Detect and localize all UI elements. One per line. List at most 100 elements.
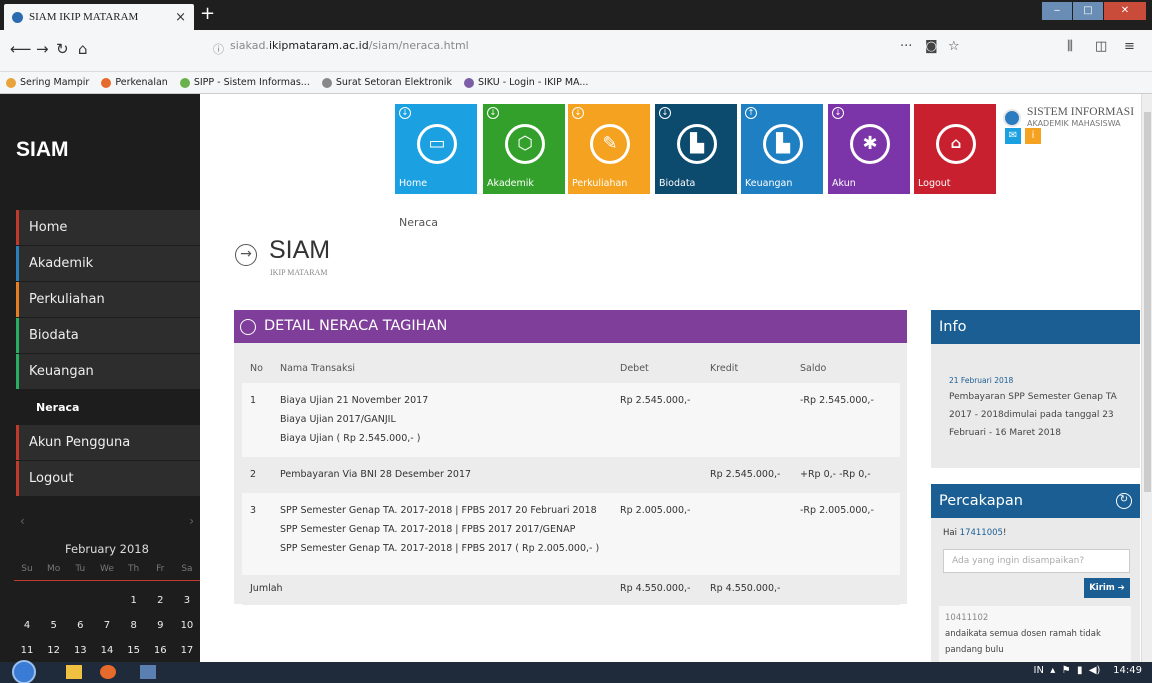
cell-saldo: -Rp 2.545.000,- [792, 383, 900, 457]
box-icon: ⬡ [505, 124, 545, 164]
arrow-down-icon: ↓ [399, 107, 411, 119]
start-button[interactable] [12, 660, 36, 683]
system-title: SISTEM INFORMASI [1027, 106, 1135, 118]
bookmark-item[interactable]: Surat Setoran Elektronik [321, 77, 452, 88]
total-label: Jumlah [242, 575, 612, 605]
calendar: ‹ › February 2018 Su Mo Tu We Th Fr Sa 123 456… [14, 514, 200, 656]
column-header: No [250, 362, 263, 374]
bookmark-item[interactable]: SIKU - Login - IKIP MA... [463, 77, 588, 88]
chat-input[interactable]: Ada yang ingin disampaikan? [943, 549, 1130, 573]
page-subtitle: IKIP MATARAM [270, 268, 328, 277]
info-date[interactable]: 21 Februari 2018 [949, 376, 1013, 385]
page-title: SIAM [269, 236, 331, 264]
chart-icon: ▙ [763, 124, 803, 164]
scrollbar-thumb[interactable] [1144, 112, 1151, 492]
calendar-prev-icon[interactable]: ‹ [20, 514, 25, 528]
cell-saldo: -Rp 2.005.000,- [792, 493, 900, 575]
window-controls: ‒ □ ✕ [1041, 2, 1146, 20]
calendar-next-icon[interactable]: › [189, 514, 194, 528]
info-icon[interactable]: ⓘ [213, 41, 224, 57]
minimize-button[interactable]: ‒ [1042, 2, 1072, 20]
bookmark-item[interactable]: Perkenalan [101, 77, 168, 88]
firefox-icon[interactable] [100, 665, 116, 679]
cell-debet: Rp 2.005.000,- [612, 493, 702, 575]
taskbar: IN ▴ ⚑ ▮ ◀) 14:49 [0, 660, 1152, 683]
forward-icon[interactable]: → [36, 40, 49, 58]
sidebar-item-akademik[interactable]: Akademik [16, 246, 200, 281]
table-icon [240, 319, 256, 335]
cell-name: Biaya Ujian 21 November 2017 Biaya Ujian … [272, 383, 612, 457]
tile-keuangan[interactable]: ↑ ▙ Keuangan [741, 104, 823, 194]
system-tray: IN ▴ ⚑ ▮ ◀) 14:49 [1033, 665, 1143, 676]
reload-icon[interactable]: ↻ [56, 40, 69, 58]
calendar-month: February 2018 [65, 542, 149, 556]
tile-biodata[interactable]: ↓ ▙ Biodata [655, 104, 737, 194]
neraca-panel: DETAIL NERACA TAGIHAN No Nama Transaksi … [234, 310, 907, 605]
calendar-week[interactable]: 4 5 6 7 8 9 10 [14, 620, 200, 631]
sidebar-icon[interactable]: ◫ [1095, 39, 1107, 54]
arrow-down-icon: ↓ [832, 107, 844, 119]
bookmark-icon [321, 77, 332, 88]
chat-title: Percakapan [939, 493, 1023, 509]
main-content: ↓ ▭ Home ↓ ⬡ Akademik ↓ ✎ Perkuliahan ↓ … [215, 94, 1140, 662]
tab-close-icon[interactable]: × [175, 10, 186, 25]
sidebar-item-neraca[interactable]: Neraca [16, 390, 200, 425]
tile-label: Home [399, 178, 428, 189]
chat-greeting: Hai 17411005! [943, 528, 1007, 538]
pencil-icon: ✎ [590, 124, 630, 164]
message-text: andaikata semua dosen ramah tidak pandan… [945, 629, 1101, 655]
info-icon[interactable]: i [1025, 128, 1041, 144]
sidebar-item-logout[interactable]: Logout [16, 461, 200, 496]
tile-home[interactable]: ↓ ▭ Home [395, 104, 477, 194]
back-icon[interactable]: ⟵ [10, 40, 32, 58]
app-icon[interactable] [140, 665, 156, 679]
star-icon[interactable]: ☆ [948, 39, 960, 54]
firefox-icon [101, 77, 112, 88]
close-window-button[interactable]: ✕ [1104, 2, 1146, 20]
clock[interactable]: 14:49 [1113, 665, 1142, 676]
mail-icon[interactable]: ✉ [1005, 128, 1021, 144]
language-indicator[interactable]: IN [1034, 665, 1044, 676]
gear-icon [6, 77, 16, 88]
chat-header: Percakapan ↻ [931, 484, 1140, 518]
tile-label: Akun [832, 178, 856, 189]
tile-akun[interactable]: ↓ ✱ Akun [828, 104, 910, 194]
library-icon[interactable]: ⫼ [1067, 39, 1073, 54]
cell-name: Pembayaran Via BNI 28 Desember 2017 [272, 457, 612, 493]
table-row: 3 SPP Semester Genap TA. 2017-2018 | FPB… [242, 493, 900, 575]
arrow-down-icon: ↓ [659, 107, 671, 119]
menu-icon[interactable]: ≡ [1124, 39, 1135, 54]
table-row: 1 Biaya Ujian 21 November 2017 Biaya Ujia… [242, 383, 900, 457]
page-scrollbar[interactable] [1141, 94, 1152, 662]
tile-label: Akademik [487, 178, 534, 189]
tile-perkuliahan[interactable]: ↓ ✎ Perkuliahan [568, 104, 650, 194]
home-icon[interactable]: ⌂ [78, 40, 88, 58]
sidebar-item-home[interactable]: Home [16, 210, 200, 245]
calendar-week[interactable]: 11 12 13 14 15 16 17 [14, 645, 200, 656]
more-icon[interactable]: ··· [900, 39, 912, 54]
table-row: 2 Pembayaran Via BNI 28 Desember 2017 Rp… [242, 457, 900, 493]
table-header-row: No Nama Transaksi Debet Kredit Saldo [242, 353, 900, 383]
tile-akademik[interactable]: ↓ ⬡ Akademik [483, 104, 565, 194]
arrow-right-icon: → [235, 244, 257, 266]
cell-no: 1 [242, 383, 272, 457]
bookmark-item[interactable]: Sering Mampir [6, 77, 89, 88]
sidebar-item-biodata[interactable]: Biodata [16, 318, 200, 353]
explorer-icon[interactable] [66, 665, 82, 679]
bookmark-item[interactable]: SIPP - Sistem Informas... [179, 77, 310, 88]
refresh-icon[interactable]: ↻ [1116, 493, 1132, 509]
pocket-icon[interactable]: ◙ [925, 39, 938, 54]
sidebar-item-akun-pengguna[interactable]: Akun Pengguna [16, 425, 200, 460]
cell-no: 2 [242, 457, 272, 493]
sidebar: SIAM Home Akademik Perkuliahan Biodata K… [0, 94, 200, 662]
send-button[interactable]: Kirim ➔ [1084, 578, 1130, 598]
sidebar-item-perkuliahan[interactable]: Perkuliahan [16, 282, 200, 317]
browser-tab[interactable]: SIAM IKIP MATARAM × [4, 4, 194, 30]
tile-logout[interactable]: ⌂ Logout [914, 104, 996, 194]
calendar-week[interactable]: 123 [14, 595, 200, 606]
sidebar-item-keuangan[interactable]: Keuangan [16, 354, 200, 389]
new-tab-button[interactable]: + [200, 3, 215, 24]
url-text[interactable]: siakad.ikipmataram.ac.id/siam/neraca.htm… [230, 39, 469, 52]
unlock-icon: ⌂ [936, 124, 976, 164]
maximize-button[interactable]: □ [1073, 2, 1103, 20]
